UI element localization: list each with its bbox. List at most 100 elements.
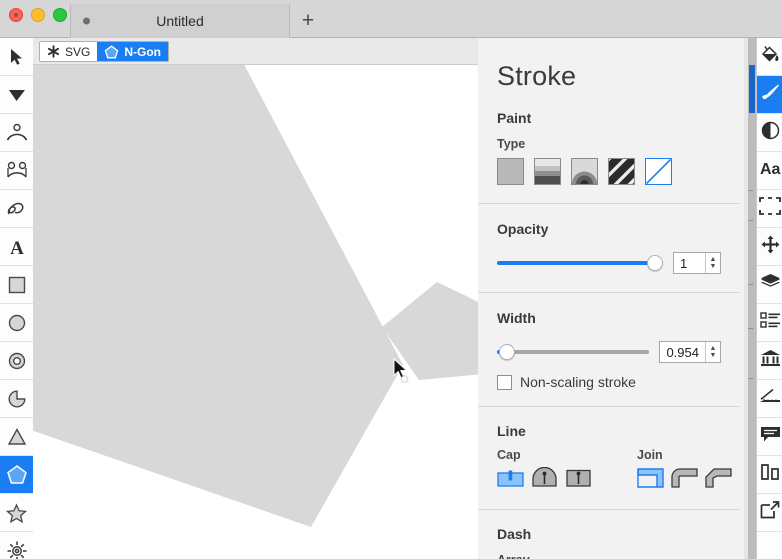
tab-title: Untitled	[156, 13, 204, 29]
width-stepper[interactable]: ▲ ▼	[705, 342, 720, 362]
stroke-panel-button[interactable]	[757, 76, 782, 114]
opacity-section: Opacity 1 ▲ ▼	[478, 204, 740, 292]
join-options	[637, 467, 732, 492]
miter-join-option[interactable]	[637, 467, 664, 492]
large-pentagon-shape	[33, 65, 403, 527]
cap-label: Cap	[497, 448, 521, 462]
text-tool[interactable]: A	[0, 228, 33, 266]
artboard[interactable]	[33, 65, 478, 559]
new-tab-button[interactable]: +	[290, 4, 326, 38]
transform-panel-button[interactable]	[757, 190, 782, 228]
opacity-stepper[interactable]: ▲ ▼	[705, 253, 720, 273]
paint-type-solid[interactable]	[497, 158, 524, 185]
canvas-area[interactable]: SVG N-Gon	[33, 38, 478, 559]
ellipse-tool[interactable]	[0, 304, 33, 342]
zoom-window-button[interactable]	[53, 8, 67, 22]
non-scaling-stroke-label: Non-scaling stroke	[520, 374, 636, 390]
width-slider[interactable]	[497, 344, 650, 360]
dash-heading: Dash	[497, 526, 532, 542]
assets-panel-button[interactable]	[757, 342, 782, 380]
unsaved-dot-icon	[83, 17, 90, 25]
letter-a-icon: A	[8, 237, 26, 257]
typography-panel-button[interactable]: Aa	[757, 152, 782, 190]
star-icon	[6, 502, 27, 523]
paint-bucket-icon	[760, 45, 780, 68]
ngon-tool[interactable]	[0, 456, 33, 494]
opacity-slider[interactable]	[497, 255, 663, 271]
pie-tool[interactable]	[0, 380, 33, 418]
speech-bubble-icon	[760, 426, 781, 448]
cap-group: Cap	[497, 440, 592, 492]
aa-text-icon: Aa	[758, 159, 782, 182]
width-value: 0.954	[666, 344, 699, 360]
list-detail-icon	[759, 312, 781, 333]
star-tool[interactable]	[0, 494, 33, 532]
paint-heading: Paint	[497, 110, 532, 126]
line-section: Line Cap Join	[478, 407, 740, 509]
move-panel-button[interactable]	[757, 228, 782, 266]
ring-tool[interactable]	[0, 342, 33, 380]
paint-type-pattern[interactable]	[608, 158, 635, 185]
app-window: Untitled + A SVG N-Gon Stroke Paint Type…	[0, 0, 782, 559]
comments-panel-button[interactable]	[757, 418, 782, 456]
traffic-lights	[9, 8, 67, 22]
round-join-option[interactable]	[671, 467, 698, 492]
single-node-curve-icon	[6, 123, 28, 143]
bevel-join-option[interactable]	[705, 467, 732, 492]
measure-panel-button[interactable]	[757, 380, 782, 418]
annulus-icon	[7, 351, 27, 371]
title-bar: Untitled +	[0, 0, 782, 38]
effects-panel-button[interactable]	[757, 114, 782, 152]
fill-panel-button[interactable]	[757, 38, 782, 76]
paint-type-none[interactable]	[645, 158, 672, 185]
freehand-tool[interactable]	[0, 190, 33, 228]
select-tool[interactable]	[0, 38, 33, 76]
direct-select-tool[interactable]	[0, 76, 33, 114]
breadcrumb-bar: SVG N-Gon	[33, 38, 478, 65]
panel-scrollbar-thumb[interactable]	[749, 65, 755, 113]
opacity-heading: Opacity	[497, 221, 549, 237]
paint-type-linear-gradient[interactable]	[534, 158, 561, 185]
width-value-field[interactable]: 0.954 ▲ ▼	[659, 341, 721, 363]
pentagon-icon	[6, 464, 28, 485]
panel-scrollbar[interactable]	[748, 38, 756, 559]
opacity-value-field[interactable]: 1 ▲ ▼	[673, 252, 721, 274]
paint-type-label: Type	[497, 137, 526, 151]
filled-arrow-icon	[8, 87, 26, 103]
minimize-window-button[interactable]	[31, 8, 45, 22]
left-toolbar: A	[0, 38, 33, 559]
selection-brackets-icon	[759, 197, 781, 220]
non-scaling-stroke-checkbox[interactable]	[497, 374, 512, 390]
arrow-cursor-icon	[9, 48, 25, 66]
width-heading: Width	[497, 310, 536, 326]
tab-untitled[interactable]: Untitled	[70, 4, 290, 38]
multi-node-edit-tool[interactable]	[0, 152, 33, 190]
breadcrumb-item-svg[interactable]: SVG	[40, 42, 98, 61]
properties-panel-button[interactable]	[757, 304, 782, 342]
gear-tool[interactable]	[0, 532, 33, 559]
node-edit-tool[interactable]	[0, 114, 33, 152]
histogram-panel-button[interactable]	[757, 456, 782, 494]
circle-icon	[7, 313, 27, 333]
breadcrumb-item-ngon[interactable]: N-Gon	[97, 42, 168, 61]
paint-section: Paint Type	[478, 92, 740, 203]
pentagon-icon	[104, 44, 119, 59]
triangle-tool[interactable]	[0, 418, 33, 456]
close-window-button[interactable]	[9, 8, 23, 22]
square-cap-option[interactable]	[565, 467, 592, 492]
svg-text:Aa: Aa	[760, 161, 781, 177]
layers-panel-button[interactable]	[757, 266, 782, 304]
four-way-arrows-icon	[761, 235, 780, 259]
tab-strip: Untitled +	[70, 4, 326, 38]
export-panel-button[interactable]	[757, 494, 782, 532]
gear-icon	[6, 540, 28, 559]
rectangle-tool[interactable]	[0, 266, 33, 304]
round-cap-option[interactable]	[531, 466, 558, 492]
paint-type-radial-gradient[interactable]	[571, 158, 598, 185]
cap-options	[497, 466, 592, 492]
breadcrumb-label-svg: SVG	[65, 44, 91, 59]
export-square-icon	[760, 501, 780, 524]
butt-cap-option[interactable]	[497, 467, 524, 492]
non-scaling-stroke-row[interactable]: Non-scaling stroke	[497, 374, 721, 390]
dash-section: Dash Array	[478, 510, 740, 559]
